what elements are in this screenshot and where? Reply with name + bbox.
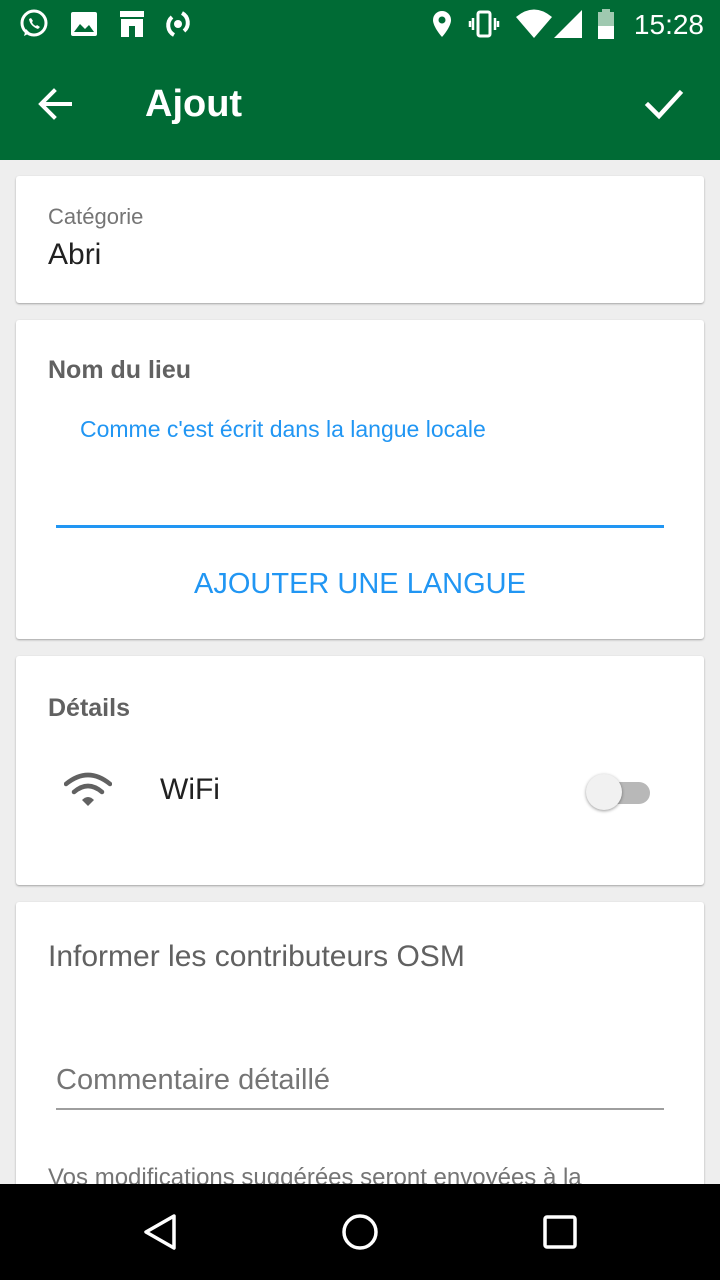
sync-icon bbox=[166, 11, 190, 37]
details-card: Détails WiFi bbox=[16, 656, 704, 885]
location-icon bbox=[433, 11, 451, 37]
recents-square-icon[interactable] bbox=[536, 1208, 584, 1256]
vibrate-icon bbox=[468, 10, 500, 38]
wifi-row[interactable]: WiFi bbox=[16, 756, 704, 828]
status-bar: 15:28 bbox=[0, 0, 720, 48]
category-value: Abri bbox=[48, 238, 102, 271]
wifi-toggle[interactable] bbox=[582, 772, 654, 812]
battery-icon bbox=[598, 9, 614, 39]
arrow-back-icon[interactable] bbox=[28, 76, 84, 132]
image-icon bbox=[71, 12, 97, 36]
back-triangle-icon[interactable] bbox=[136, 1208, 184, 1256]
place-name-input[interactable] bbox=[56, 440, 664, 528]
wifi-icon bbox=[516, 9, 552, 38]
status-time: 15:28 bbox=[633, 9, 704, 40]
whatsapp-icon bbox=[20, 9, 48, 37]
place-name-title: Nom du lieu bbox=[48, 356, 192, 384]
details-title: Détails bbox=[48, 694, 130, 722]
signal-icon bbox=[554, 10, 582, 38]
osm-title: Informer les contributeurs OSM bbox=[48, 940, 465, 973]
osm-card: Informer les contributeurs OSM Vos modif… bbox=[16, 902, 704, 1202]
place-name-card: Nom du lieu Comme c'est écrit dans la la… bbox=[16, 320, 704, 639]
wifi-label: WiFi bbox=[160, 773, 220, 806]
app-toolbar: Ajout bbox=[0, 48, 720, 160]
place-name-hint: Comme c'est écrit dans la langue locale bbox=[80, 416, 486, 442]
home-circle-icon[interactable] bbox=[336, 1208, 384, 1256]
store-icon bbox=[120, 11, 144, 37]
category-label: Catégorie bbox=[48, 204, 144, 229]
comment-input[interactable] bbox=[56, 1052, 664, 1110]
system-nav-bar bbox=[0, 1184, 720, 1280]
check-icon[interactable] bbox=[636, 76, 692, 132]
add-language-button[interactable]: AJOUTER UNE LANGUE bbox=[16, 568, 704, 601]
page-title: Ajout bbox=[145, 83, 243, 125]
wifi-icon bbox=[64, 772, 112, 806]
category-card[interactable]: Catégorie Abri bbox=[16, 176, 704, 303]
wifi-toggle-thumb bbox=[586, 774, 622, 810]
